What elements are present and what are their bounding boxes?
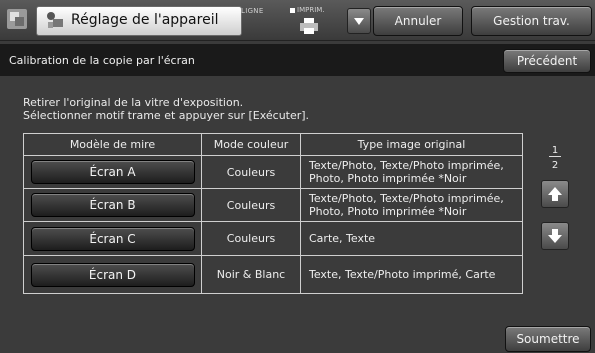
instruction-line-1: Retirer l'original de la vitre d'exposit… <box>23 96 244 109</box>
table-header: Modèle de mire Mode couleur Type image o… <box>23 133 523 156</box>
cell-type: Texte/Photo, Texte/Photo imprimée, Photo,… <box>300 188 523 222</box>
instruction-line-2: Sélectionner motif trame et appuyer sur … <box>23 109 310 122</box>
type-line-1: Texte/Photo, Texte/Photo imprimée, <box>309 192 504 205</box>
table-row: Écran D Noir & Blanc Texte, Texte/Photo … <box>23 255 523 294</box>
title-box: Réglage de l'appareil <box>36 6 242 36</box>
ecran-c-button[interactable]: Écran C <box>30 226 195 251</box>
cell-mode: Couleurs <box>201 155 301 189</box>
table-row: Écran B Couleurs Texte/Photo, Texte/Phot… <box>23 188 523 222</box>
header-type: Type image original <box>300 133 523 156</box>
scroll-down-button[interactable] <box>541 222 569 250</box>
type-line-2: Photo, Photo imprimée *Noir <box>309 205 467 218</box>
dropdown-button[interactable] <box>347 8 371 34</box>
top-bar: Réglage de l'appareil LIGNE IMPRIM. Annu… <box>0 0 595 41</box>
triangle-down-icon <box>354 18 364 25</box>
type-line-1: Texte/Photo, Texte/Photo imprimée, <box>309 159 504 172</box>
header-mode: Mode couleur <box>201 133 301 156</box>
arrow-down-icon <box>548 229 562 243</box>
imprim-label: IMPRIM. <box>297 6 325 14</box>
table-row: Écran A Couleurs Texte/Photo, Texte/Phot… <box>23 155 523 189</box>
app-title: Réglage de l'appareil <box>71 12 219 28</box>
cell-mode: Noir & Blanc <box>201 255 301 294</box>
cell-button: Écran B <box>23 188 202 222</box>
table-row: Écran C Couleurs Carte, Texte <box>23 221 523 256</box>
cell-button: Écran A <box>23 155 202 189</box>
sub-header: Calibration de la copie par l'écran Préc… <box>0 44 595 76</box>
imprim-status: IMPRIM. <box>290 6 325 14</box>
machine-settings-icon <box>47 12 63 28</box>
page-total: 2 <box>551 160 559 171</box>
settings-app-icon <box>7 9 27 29</box>
screen-title: Calibration de la copie par l'écran <box>9 54 195 67</box>
imprim-indicator-icon <box>290 7 295 13</box>
cell-type: Carte, Texte <box>300 221 523 256</box>
arrow-up-icon <box>548 187 562 201</box>
annuler-button[interactable]: Annuler <box>373 6 463 36</box>
cell-mode: Couleurs <box>201 221 301 256</box>
printer-icon <box>300 18 318 34</box>
page-divider <box>549 156 561 157</box>
cell-mode: Couleurs <box>201 188 301 222</box>
scroll-up-button[interactable] <box>541 180 569 208</box>
ecran-d-button[interactable]: Écran D <box>30 262 195 287</box>
precedent-button[interactable]: Précédent <box>503 49 591 73</box>
soumettre-button[interactable]: Soumettre <box>505 326 591 352</box>
cell-type: Texte, Texte/Photo imprimé, Carte <box>300 255 523 294</box>
pattern-table: Modèle de mire Mode couleur Type image o… <box>23 133 523 294</box>
page-current: 1 <box>551 145 559 156</box>
ecran-a-button[interactable]: Écran A <box>30 160 195 184</box>
ecran-b-button[interactable]: Écran B <box>30 193 195 217</box>
gestion-trav-button[interactable]: Gestion trav. <box>471 6 592 36</box>
header-modele: Modèle de mire <box>23 133 202 156</box>
cell-type: Texte/Photo, Texte/Photo imprimée, Photo,… <box>300 155 523 189</box>
cell-button: Écran C <box>23 221 202 256</box>
cell-button: Écran D <box>23 255 202 294</box>
type-line-2: Photo, Photo imprimée *Noir <box>309 172 467 185</box>
ligne-label: LIGNE <box>241 7 264 15</box>
